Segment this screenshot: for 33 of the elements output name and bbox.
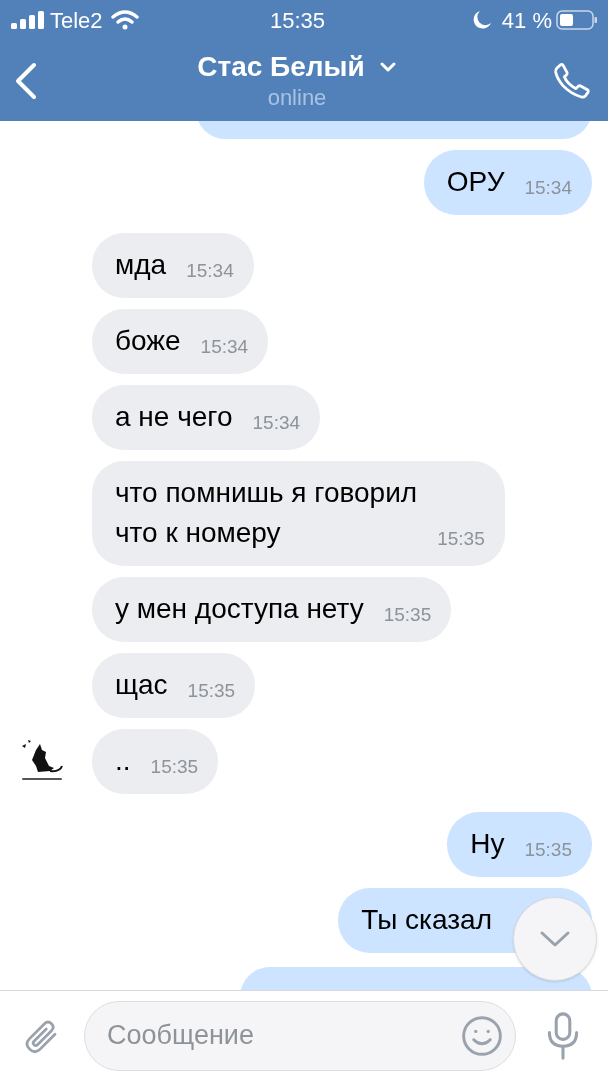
microphone-icon[interactable]	[546, 1011, 580, 1060]
message-text: ОРУ	[446, 165, 505, 199]
moon-icon	[471, 10, 492, 30]
chevron-down-icon[interactable]	[538, 929, 572, 949]
message-text: ..	[115, 744, 131, 778]
message-time: 15:35	[187, 679, 236, 703]
carrier-name: Tele2	[50, 6, 103, 35]
message-time: 15:35	[524, 838, 572, 862]
message-text: Ты сказал	[361, 903, 492, 937]
message-time: 15:35	[437, 527, 485, 551]
message-text: что помнишь я говорил что к номеру	[115, 476, 418, 550]
message-text: у мен доступа нету	[115, 592, 364, 626]
status-time: 15:35	[270, 6, 326, 35]
message-text: боже	[115, 324, 181, 358]
battery-icon	[556, 10, 598, 30]
message-text: Ну	[470, 827, 505, 861]
message-field[interactable]: Сообщение	[84, 1000, 516, 1071]
emoji-icon[interactable]	[460, 1013, 504, 1058]
chat-title[interactable]: Стас Белый	[197, 49, 365, 84]
signal-icon	[10, 11, 44, 29]
message-time: 15:34	[200, 335, 249, 359]
chevron-down-icon[interactable]	[378, 60, 397, 73]
message-time: 15:34	[186, 259, 234, 283]
message-text: мда	[115, 248, 167, 282]
message-time: 15:35	[150, 755, 199, 779]
message-text: а не чего	[115, 400, 233, 434]
battery-percent: 41 %	[501, 6, 552, 35]
message-time: 15:34	[252, 411, 301, 435]
message-time: 15:34	[524, 176, 572, 200]
online-status: online	[267, 83, 327, 112]
message-text: щас	[115, 668, 168, 702]
message-time: 15:35	[383, 603, 432, 627]
wifi-icon	[110, 9, 139, 31]
